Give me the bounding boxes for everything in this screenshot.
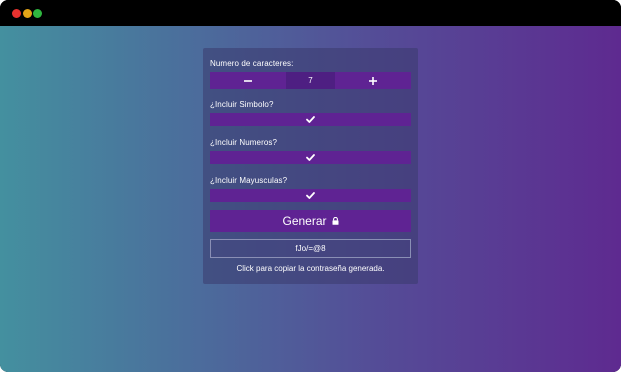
check-icon (306, 116, 315, 123)
maximize-window-button[interactable] (33, 9, 42, 18)
generated-password-field[interactable]: fJo/=@8 (210, 239, 411, 258)
plus-icon (369, 76, 377, 85)
generate-button[interactable]: Generar (210, 210, 411, 232)
length-stepper: 7 (210, 72, 411, 89)
include-symbols-label: ¿Incluir Simbolo? (210, 100, 274, 109)
include-numbers-toggle[interactable] (210, 151, 411, 164)
lock-icon (332, 217, 339, 225)
minus-icon (244, 77, 252, 85)
check-icon (306, 192, 315, 199)
page-background: Numero de caracteres: 7 ¿Incluir Simbolo… (0, 26, 621, 372)
close-window-button[interactable] (12, 9, 21, 18)
length-value[interactable]: 7 (286, 72, 335, 89)
increment-button[interactable] (335, 72, 411, 89)
copy-hint-text: Click para copiar la contraseña generada… (236, 264, 385, 273)
include-symbols-toggle[interactable] (210, 113, 411, 126)
password-generator-panel: Numero de caracteres: 7 ¿Incluir Simbolo… (203, 48, 418, 284)
include-uppercase-toggle[interactable] (210, 189, 411, 202)
decrement-button[interactable] (210, 72, 286, 89)
length-label: Numero de caracteres: (210, 59, 294, 68)
title-bar (0, 0, 621, 26)
include-numbers-label: ¿Incluir Numeros? (210, 138, 278, 147)
minimize-window-button[interactable] (23, 9, 32, 18)
include-uppercase-label: ¿Incluir Mayusculas? (210, 176, 288, 185)
check-icon (306, 154, 315, 161)
app-window: Numero de caracteres: 7 ¿Incluir Simbolo… (0, 0, 621, 372)
generate-button-label: Generar (282, 214, 327, 228)
